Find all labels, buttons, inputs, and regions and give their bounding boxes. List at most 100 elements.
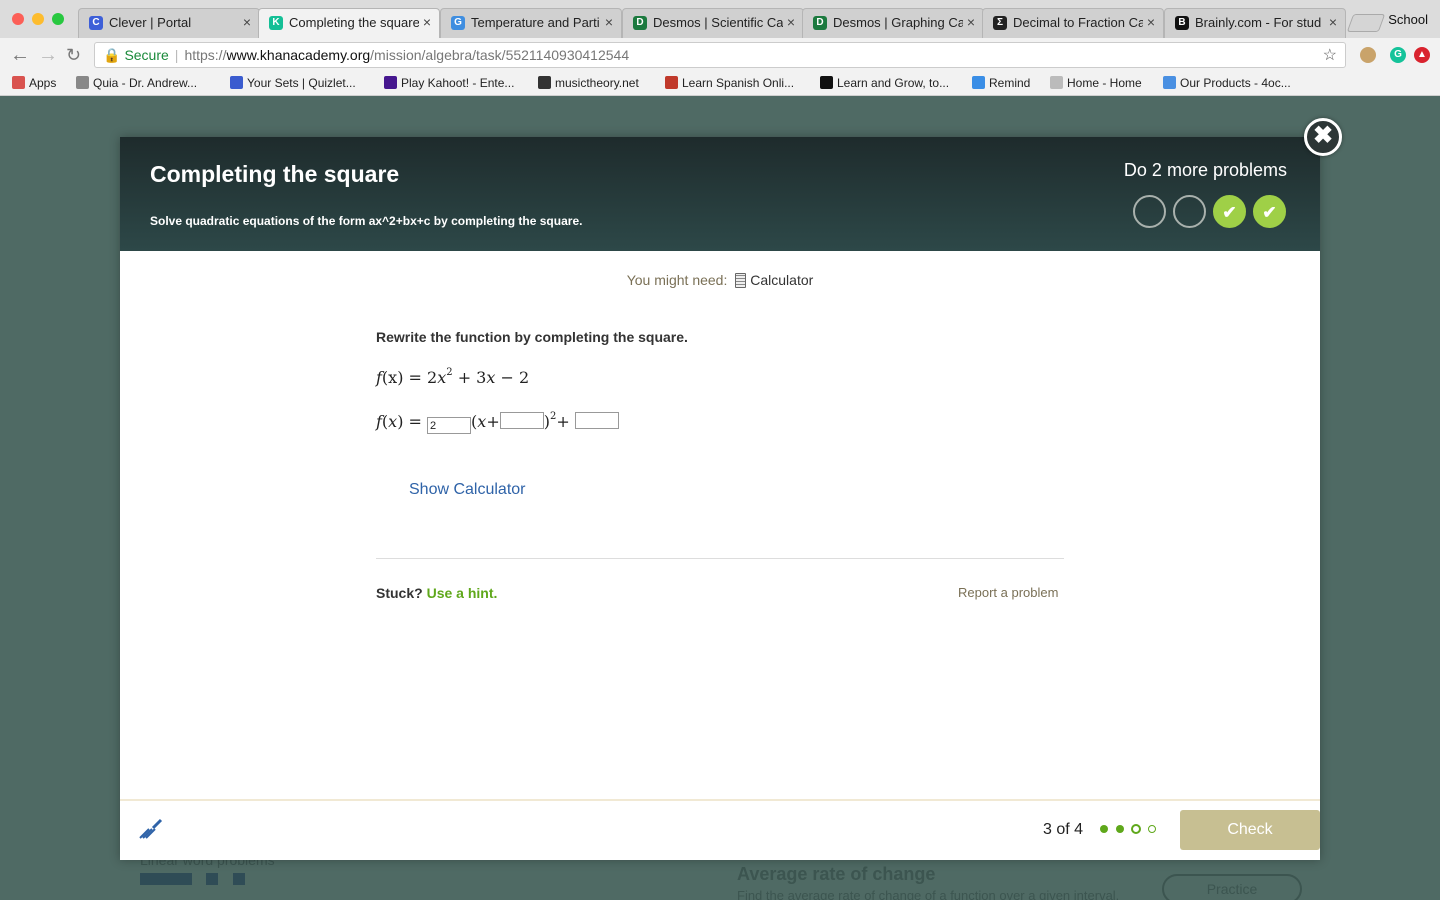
card-description: Find the average rate of change of a fun… [737, 888, 1120, 900]
progress-circle-done: ✔ [1213, 195, 1246, 228]
browser-toolbar: ← → ↻ 🔒 Secure | https://www.khanacademy.or… [0, 38, 1440, 72]
browser-tab[interactable]: D Desmos | Scientific Ca × [622, 8, 804, 38]
tab-favicon-icon: B [1175, 16, 1189, 30]
bookmarks-bar: Apps Quia - Dr. Andrew... Your Sets | Quiz… [0, 72, 1440, 96]
adblock-icon[interactable]: ▲ [1414, 47, 1430, 63]
modal-header: Completing the square Solve quadratic eq… [120, 137, 1320, 251]
grammarly-icon[interactable]: G [1390, 47, 1406, 63]
calculator-icon [735, 273, 747, 288]
progress-circle-empty [1173, 195, 1206, 228]
show-calculator-link[interactable]: Show Calculator [409, 481, 526, 499]
lock-icon: 🔒 [103, 47, 121, 63]
exercise-subtitle: Solve quadratic equations of the form ax… [150, 214, 583, 228]
report-problem-link[interactable]: Report a problem [958, 585, 1058, 600]
browser-tab[interactable]: K Completing the square × [258, 8, 440, 38]
bookmark-favicon-icon [1050, 76, 1063, 89]
url-protocol: https:// [184, 47, 227, 63]
answer-box-k[interactable] [574, 412, 619, 429]
bookmark-label: musictheory.net [555, 76, 639, 90]
stuck-label: Stuck? [376, 585, 423, 601]
address-bar[interactable]: 🔒 Secure | https://www.khanacademy.org/miss… [94, 42, 1346, 68]
use-hint-link[interactable]: Use a hint. [427, 585, 498, 601]
browser-tab[interactable]: D Desmos | Graphing Ca × [802, 8, 984, 38]
bookmark-item[interactable]: Apps [12, 76, 56, 90]
browser-tab[interactable]: C Clever | Portal × [78, 8, 260, 38]
answer-box-a[interactable]: 2 [427, 417, 472, 434]
minimize-window-button[interactable] [32, 13, 44, 25]
divider [376, 558, 1064, 559]
tab-close-icon[interactable]: × [423, 14, 431, 30]
tab-title: Completing the square [289, 15, 419, 30]
you-might-need: You might need: Calculator [0, 272, 1440, 288]
tab-bar: C Clever | Portal × K Completing the square ×… [0, 0, 1440, 38]
bookmark-favicon-icon [538, 76, 551, 89]
answer-box-h[interactable] [499, 412, 544, 429]
bookmark-item[interactable]: Remind [972, 76, 1030, 90]
skill-mastery-squares [140, 872, 245, 890]
given-equation: f(x) = 2x2 + 3x − 2 [376, 367, 530, 387]
progress-dot-filled [1100, 825, 1108, 833]
back-arrow-icon[interactable]: ← [10, 44, 30, 67]
reload-icon[interactable]: ↻ [66, 45, 81, 66]
bookmark-item[interactable]: Our Products - 4oc... [1163, 76, 1291, 90]
new-tab-button[interactable] [1346, 14, 1386, 32]
progress-dot-empty [1148, 825, 1156, 833]
tab-title: Desmos | Graphing Ca [833, 15, 963, 30]
calculator-link[interactable]: Calculator [750, 272, 813, 288]
progress-circle-empty [1133, 195, 1166, 228]
profile-name[interactable]: School [1388, 12, 1428, 27]
tab-favicon-icon: Σ [993, 16, 1007, 30]
problems-remaining: Do 2 more problems [1123, 160, 1287, 180]
tab-close-icon[interactable]: × [1329, 14, 1337, 30]
tab-close-icon[interactable]: × [967, 14, 975, 30]
bookmark-favicon-icon [972, 76, 985, 89]
bookmark-item[interactable]: Learn and Grow, to... [820, 76, 949, 90]
bookmark-label: Remind [989, 76, 1031, 90]
close-window-button[interactable] [12, 13, 24, 25]
zoom-window-button[interactable] [52, 13, 64, 25]
bookmark-label: Home - Home [1067, 76, 1142, 90]
close-modal-button[interactable]: ✖ [1304, 118, 1342, 156]
bookmark-item[interactable]: Quia - Dr. Andrew... [76, 76, 197, 90]
progress-dot-filled [1116, 825, 1124, 833]
bookmark-item[interactable]: Play Kahoot! - Ente... [384, 76, 514, 90]
scratchpad-icon[interactable] [137, 816, 163, 842]
bookmark-item[interactable]: musictheory.net [538, 76, 639, 90]
tab-favicon-icon: D [633, 16, 647, 30]
practice-button[interactable]: Practice [1162, 874, 1302, 900]
need-label: You might need: [626, 272, 728, 288]
tab-favicon-icon: D [813, 16, 827, 30]
tab-favicon-icon: G [451, 16, 465, 30]
bookmark-label: Play Kahoot! - Ente... [401, 76, 515, 90]
bookmark-item[interactable]: Learn Spanish Onli... [665, 76, 794, 90]
question-progress: 3 of 4 [1043, 821, 1084, 838]
progress-circle-done: ✔ [1253, 195, 1286, 228]
bookmark-label: Our Products - 4oc... [1180, 76, 1291, 90]
check-icon: ✔ [1222, 203, 1237, 222]
bookmark-star-icon[interactable]: ☆ [1323, 45, 1337, 65]
tab-close-icon[interactable]: × [1147, 14, 1155, 30]
bookmark-item[interactable]: Home - Home [1050, 76, 1142, 90]
url-path: /mission/algebra/task/5521140930412544 [370, 47, 630, 63]
answer-equation: f(x) = 2 (x+)2+ [376, 411, 619, 434]
browser-tab[interactable]: Σ Decimal to Fraction Ca × [982, 8, 1164, 38]
bookmark-favicon-icon [820, 76, 833, 89]
bookmark-favicon-icon [76, 76, 89, 89]
exercise-modal: Completing the square Solve quadratic eq… [120, 137, 1320, 860]
forward-arrow-icon[interactable]: → [38, 44, 58, 67]
browser-tab[interactable]: B Brainly.com - For stud × [1164, 8, 1346, 38]
tab-close-icon[interactable]: × [605, 14, 613, 30]
bookmark-label: Learn Spanish Onli... [682, 76, 795, 90]
bookmark-item[interactable]: Your Sets | Quizlet... [230, 76, 356, 90]
url-host: www.khanacademy.org [226, 47, 371, 63]
check-icon: ✔ [1262, 203, 1277, 222]
secure-label: Secure [124, 47, 169, 63]
check-button[interactable]: Check [1180, 810, 1320, 850]
tab-close-icon[interactable]: × [243, 14, 251, 30]
tab-title: Decimal to Fraction Ca [1013, 15, 1143, 30]
extension-icon[interactable] [1360, 47, 1376, 63]
browser-tab[interactable]: G Temperature and Parti × [440, 8, 622, 38]
tab-close-icon[interactable]: × [787, 14, 795, 30]
bookmark-favicon-icon [12, 76, 25, 89]
tab-favicon-icon: K [269, 16, 283, 30]
